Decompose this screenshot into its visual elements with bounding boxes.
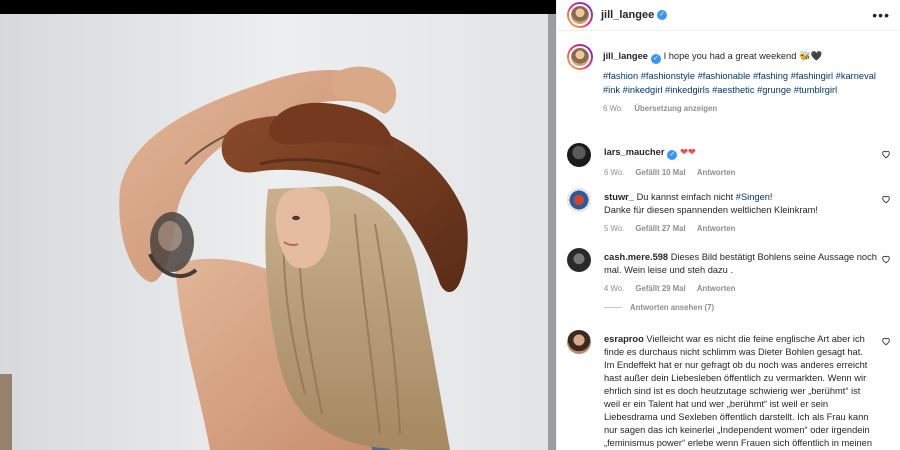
caption-avatar[interactable] — [567, 44, 593, 70]
verified-badge-icon: ✓ — [657, 10, 668, 20]
comment-likes[interactable]: Gefällt 10 Mal — [635, 168, 685, 177]
comment-item: stuwr_ Du kannst einfach nicht #Singen! … — [567, 188, 891, 235]
commenter-username[interactable]: esraproo — [604, 334, 644, 344]
commenter-avatar[interactable] — [567, 330, 591, 354]
hashtag-link[interactable]: #aesthetic — [712, 85, 754, 95]
translate-link[interactable]: Übersetzung anzeigen — [634, 104, 717, 113]
like-heart-icon[interactable] — [881, 149, 891, 159]
comment-emoji: ❤❤ — [680, 147, 696, 157]
hashtag-link[interactable]: #inkedgirl — [623, 85, 663, 95]
hashtag-link[interactable]: #karneval — [836, 71, 876, 81]
caption-username[interactable]: jill_langee — [603, 51, 648, 61]
comment-text: Vielleicht war es nicht die feine englis… — [604, 334, 873, 448]
comment-item: lars_maucher ✓ ❤❤ 6 Wo. Gefällt 10 Mal An… — [567, 143, 891, 179]
hashtag-link[interactable]: #fashingirl — [791, 71, 833, 81]
comment-age: 6 Wo. — [604, 168, 625, 177]
comment-likes[interactable]: Gefällt 27 Mal — [635, 224, 685, 233]
reply-button[interactable]: Antworten — [697, 284, 736, 293]
commenter-username[interactable]: stuwr_ — [604, 192, 634, 202]
author-username[interactable]: jill_langee — [601, 9, 654, 21]
reply-button[interactable]: Antworten — [697, 224, 736, 233]
hashtag-link[interactable]: #fashion — [603, 71, 638, 81]
hashtag-link[interactable]: #ink — [603, 85, 620, 95]
commenter-avatar[interactable] — [567, 248, 591, 272]
comment-item: cash.mere.598 Dieses Bild bestätigt Bohl… — [567, 248, 891, 312]
post-age: 6 Wo. — [603, 104, 624, 113]
post-photo[interactable] — [0, 14, 556, 450]
view-replies-label: Antworten ansehen (7) — [630, 303, 715, 312]
more-horizontal-icon[interactable]: ••• — [872, 7, 890, 23]
post-header: jill_langee ✓ ••• — [557, 0, 900, 31]
comment-age: 5 Wo. — [604, 224, 625, 233]
post-caption: jill_langee ✓ I hope you had a great week… — [567, 44, 891, 115]
like-heart-icon[interactable] — [881, 336, 891, 346]
commenter-username[interactable]: lars_maucher — [604, 147, 664, 157]
instagram-post-view: jill_langee ✓ ••• jill_langee ✓ I hope yo… — [0, 0, 900, 450]
comment-item: esraproo Vielleicht war es nicht die fei… — [567, 330, 891, 450]
comment-hashtag-link[interactable]: #Singen — [736, 192, 770, 202]
hashtag-list: #fashion #fashionstyle #fashionable #fas… — [603, 70, 891, 97]
top-black-bar — [0, 0, 556, 14]
hashtag-link[interactable]: #fashionstyle — [641, 71, 695, 81]
like-heart-icon[interactable] — [881, 254, 891, 264]
hashtag-link[interactable]: #grunge — [757, 85, 791, 95]
verified-badge-icon: ✓ — [650, 54, 661, 64]
commenter-avatar[interactable] — [567, 143, 591, 167]
like-heart-icon[interactable] — [881, 194, 891, 204]
caption-text: I hope you had a great weekend — [663, 51, 797, 61]
comment-text: Du kannst einfach nicht — [636, 192, 736, 202]
reply-button[interactable]: Antworten — [697, 168, 736, 177]
hashtag-link[interactable]: #fashing — [753, 71, 788, 81]
post-photo-illustration — [0, 14, 556, 450]
hashtag-link[interactable]: #tumblrgirl — [794, 85, 837, 95]
hashtag-link[interactable]: #fashionable — [698, 71, 751, 81]
author-avatar[interactable] — [567, 2, 593, 28]
comment-likes[interactable]: Gefällt 29 Mal — [635, 284, 685, 293]
post-sidebar: jill_langee ✓ ••• jill_langee ✓ I hope yo… — [556, 0, 900, 450]
hashtag-link[interactable]: #inkedgirls — [665, 85, 709, 95]
caption-emoji: 🐝🖤 — [799, 51, 823, 61]
commenter-avatar[interactable] — [567, 188, 591, 212]
commenter-username[interactable]: cash.mere.598 — [604, 252, 668, 262]
comment-age: 4 Wo. — [604, 284, 625, 293]
view-replies-button[interactable]: Antworten ansehen (7) — [604, 303, 891, 312]
verified-badge-icon: ✓ — [667, 150, 678, 160]
